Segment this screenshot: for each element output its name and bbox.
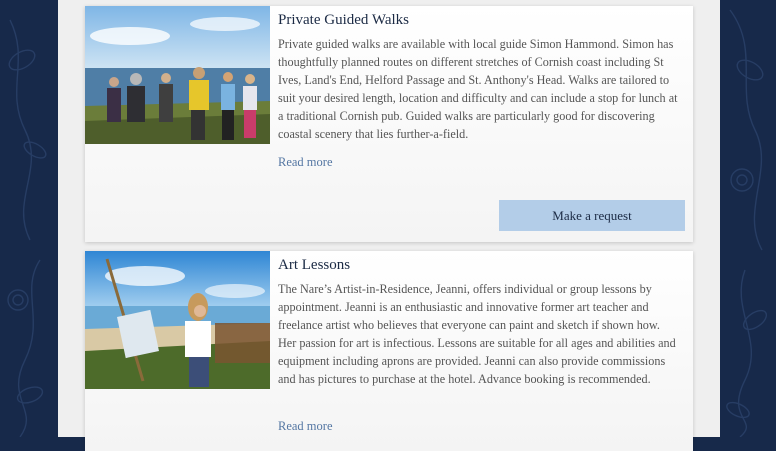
card-title: Art Lessons	[278, 257, 351, 273]
make-request-button[interactable]: Make a request	[499, 200, 685, 231]
card-title: Private Guided Walks	[278, 12, 409, 28]
activity-card-art-lessons: Art Lessons The Nare’s Artist-in-Residen…	[85, 251, 693, 451]
read-more-link[interactable]: Read more	[278, 155, 333, 170]
activity-card-guided-walks: Private Guided Walks Private guided walk…	[85, 6, 693, 242]
card-text: Art Lessons The Nare’s Artist-in-Residen…	[278, 257, 679, 388]
card-description: Private guided walks are available with …	[278, 37, 678, 141]
read-more-link[interactable]: Read more	[278, 419, 333, 434]
art-lessons-photo	[85, 251, 270, 389]
card-text: Private Guided Walks Private guided walk…	[278, 12, 679, 143]
guided-walks-photo	[85, 6, 270, 144]
card-description: The Nare’s Artist-in-Residence, Jeanni, …	[278, 282, 676, 386]
